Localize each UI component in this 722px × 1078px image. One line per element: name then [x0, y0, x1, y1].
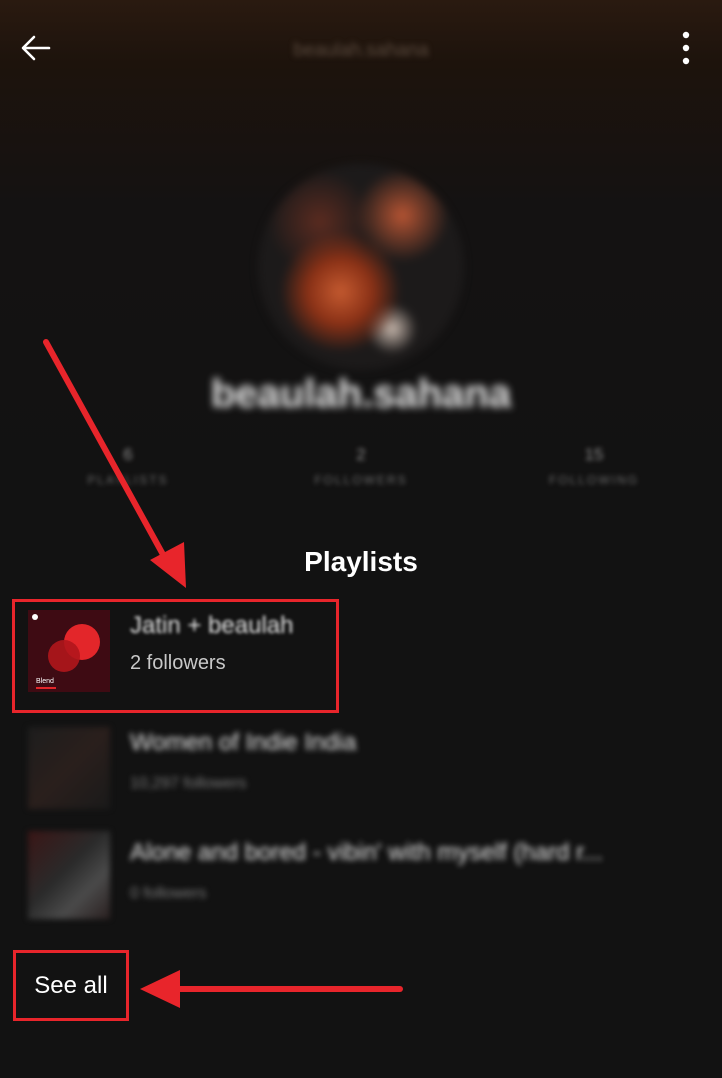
stat-value: 6: [123, 445, 133, 464]
stat-following[interactable]: 15 FOLLOWING: [494, 445, 694, 487]
more-vertical-icon: [682, 31, 690, 65]
stat-label: PLAYLISTS: [87, 473, 169, 487]
arrowhead-icon: [140, 970, 180, 1008]
playlist-followers: 0 followers: [130, 885, 207, 902]
playlist-cover: [28, 831, 110, 919]
playlist-title: Alone and bored - vibin' with myself (ha…: [130, 839, 603, 866]
playlist-followers: 10,297 followers: [130, 775, 247, 792]
profile-avatar: [258, 164, 464, 370]
highlight-box: [12, 599, 339, 713]
playlist-row[interactable]: Women of Indie India 10,297 followers: [0, 717, 722, 827]
playlist-cover: [28, 727, 110, 809]
profile-name: beaulah.sahana: [210, 372, 512, 416]
header-username: beaulah.sahana: [293, 40, 429, 61]
more-options-button[interactable]: [672, 30, 700, 70]
playlist-title: Women of Indie India: [130, 729, 357, 756]
see-all-button[interactable]: See all: [13, 950, 129, 1021]
stat-followers[interactable]: 2 FOLLOWERS: [261, 445, 461, 487]
stat-value: 2: [356, 445, 366, 464]
stat-playlists[interactable]: 6 PLAYLISTS: [28, 445, 228, 487]
playlists-section-title: Playlists: [304, 546, 418, 577]
stat-label: FOLLOWING: [548, 473, 639, 487]
top-bar: beaulah.sahana: [0, 0, 722, 96]
playlist-row[interactable]: Alone and bored - vibin' with myself (ha…: [0, 827, 722, 937]
stat-value: 15: [584, 445, 604, 464]
stat-label: FOLLOWERS: [314, 473, 408, 487]
